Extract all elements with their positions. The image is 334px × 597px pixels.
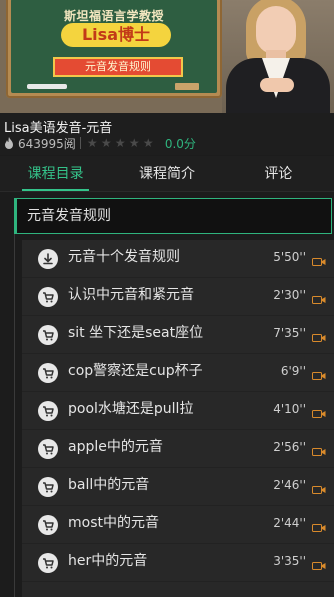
course-stats: 643995阅 ★ ★ ★ ★ ★ 0.0分 (4, 135, 196, 151)
chapter-header[interactable]: 元音发音规则 (14, 198, 332, 234)
video-camera-icon (312, 448, 326, 456)
course-banner[interactable]: 斯坦福语言学教授 Lisa博士 元音发音规则 (0, 0, 334, 113)
chalkboard-surface: 斯坦福语言学教授 Lisa博士 元音发音规则 (11, 0, 217, 93)
lesson-duration: 6'9'' (280, 364, 306, 378)
rating-stars[interactable]: ★ ★ ★ ★ ★ (87, 137, 155, 149)
lesson-duration: 2'30'' (273, 288, 306, 302)
list-item[interactable]: 元音十个发音规则 5'50'' (22, 240, 334, 278)
lesson-duration: 2'44'' (273, 516, 306, 530)
video-camera-icon (312, 410, 326, 418)
lesson-title: pool水塘还是pull拉 (68, 401, 194, 417)
eraser-icon (175, 83, 199, 90)
tree-line (14, 234, 15, 597)
lesson-title: most中的元音 (68, 515, 159, 531)
lesson-title: ball中的元音 (68, 477, 150, 493)
download-icon[interactable] (38, 249, 58, 269)
lesson-duration: 2'46'' (273, 478, 306, 492)
cart-icon[interactable] (38, 325, 58, 345)
lesson-title: cop警察还是cup杯子 (68, 363, 203, 379)
lesson-duration: 2'56'' (273, 440, 306, 454)
tab-comments[interactable]: 评论 (223, 156, 334, 191)
video-camera-icon (312, 524, 326, 532)
lesson-list: 元音十个发音规则 5'50'' 认识中元音和紧元音 2'30'' sit 坐下还… (22, 240, 334, 597)
lesson-title: sit 坐下还是seat座位 (68, 325, 204, 341)
divider (79, 137, 81, 149)
rating-score: 0.0分 (164, 136, 196, 151)
list-item[interactable]: her中的元音 3'35'' (22, 544, 334, 582)
presenter-photo (222, 0, 334, 113)
list-item[interactable]: pool水塘还是pull拉 4'10'' (22, 392, 334, 430)
list-item[interactable]: most中的元音 2'44'' (22, 506, 334, 544)
list-item[interactable]: apple中的元音 2'56'' (22, 430, 334, 468)
lesson-duration: 3'35'' (273, 554, 306, 568)
cart-icon[interactable] (38, 401, 58, 421)
tab-catalog[interactable]: 课程目录 (0, 156, 111, 191)
cart-icon[interactable] (38, 363, 58, 383)
chapter-title: 元音发音规则 (27, 208, 111, 224)
banner-caption: 斯坦福语言学教授 (63, 9, 164, 23)
lesson-title: her中的元音 (68, 553, 148, 569)
course-info: Lisa美语发音-元音 643995阅 ★ ★ ★ ★ ★ 0.0分 (0, 113, 334, 155)
video-camera-icon (312, 334, 326, 342)
lesson-title: 认识中元音和紧元音 (68, 287, 194, 303)
cart-icon[interactable] (38, 287, 58, 307)
cart-icon[interactable] (38, 439, 58, 459)
video-camera-icon (312, 486, 326, 494)
banner-tag: 元音发音规则 (53, 57, 183, 77)
banner-title: Lisa博士 (61, 23, 171, 47)
list-item[interactable]: 认识中元音和紧元音 2'30'' (22, 278, 334, 316)
chalk-icon (27, 84, 67, 89)
fire-icon (5, 137, 13, 149)
cart-icon[interactable] (38, 553, 58, 573)
lesson-duration: 7'35'' (273, 326, 306, 340)
chalkboard: 斯坦福语言学教授 Lisa博士 元音发音规则 (6, 0, 222, 98)
video-camera-icon (312, 372, 326, 380)
star-icon[interactable]: ★ (115, 137, 127, 149)
video-camera-icon (312, 562, 326, 570)
tab-intro[interactable]: 课程简介 (111, 156, 222, 191)
cart-icon[interactable] (38, 515, 58, 535)
video-camera-icon (312, 296, 326, 304)
cart-icon[interactable] (38, 477, 58, 497)
view-count: 643995阅 (18, 136, 76, 151)
lesson-duration: 5'50'' (273, 250, 306, 264)
video-camera-icon (312, 258, 326, 266)
star-icon[interactable]: ★ (129, 137, 141, 149)
tab-bar: 课程目录 课程简介 评论 (0, 156, 334, 192)
star-icon[interactable]: ★ (87, 137, 99, 149)
course-title: Lisa美语发音-元音 (4, 121, 113, 136)
star-icon[interactable]: ★ (101, 137, 113, 149)
lesson-duration: 4'10'' (273, 402, 306, 416)
star-icon[interactable]: ★ (143, 137, 155, 149)
list-item[interactable]: sit 坐下还是seat座位 7'35'' (22, 316, 334, 354)
list-item[interactable]: cop警察还是cup杯子 6'9'' (22, 354, 334, 392)
lesson-title: apple中的元音 (68, 439, 163, 455)
list-item[interactable]: ball中的元音 2'46'' (22, 468, 334, 506)
lesson-title: 元音十个发音规则 (68, 249, 180, 265)
